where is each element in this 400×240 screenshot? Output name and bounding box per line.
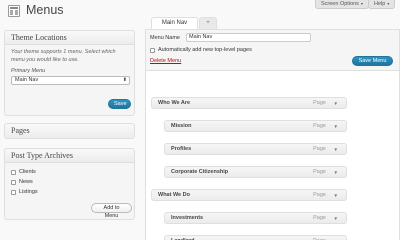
menu-editor-header: Menu Name Main Nav Automatically add new… xyxy=(146,30,399,71)
news-checkbox[interactable] xyxy=(11,179,16,185)
menu-item-title: Who We Are xyxy=(158,100,191,106)
pages-heading[interactable]: Pages xyxy=(5,124,134,138)
item-toggle-arrow-icon[interactable]: ▼ xyxy=(334,98,338,109)
help-button[interactable]: Help ▾ xyxy=(368,0,396,9)
menu-item-type: Page xyxy=(313,146,326,152)
page-title: Menus xyxy=(26,3,64,17)
tab-main-nav[interactable]: Main Nav xyxy=(151,17,198,29)
chevron-down-icon: ▾ xyxy=(387,1,390,6)
menu-item[interactable]: Profiles Page ▼ xyxy=(164,143,347,155)
item-toggle-arrow-icon[interactable]: ▼ xyxy=(334,144,338,155)
screen-options-button[interactable]: Screen Options ▾ xyxy=(315,0,369,9)
item-toggle-arrow-icon[interactable]: ▼ xyxy=(334,213,338,224)
tab-add-menu[interactable]: + xyxy=(199,17,217,29)
menu-item-title: Mission xyxy=(171,123,192,129)
primary-menu-selected: Main Nav xyxy=(15,77,39,83)
menu-item-type: Page xyxy=(313,100,326,106)
auto-add-label: Automatically add new top-level pages xyxy=(158,47,252,53)
archive-item-listings[interactable]: Listings xyxy=(11,187,128,197)
archive-item-label: News xyxy=(19,179,33,185)
item-toggle-arrow-icon[interactable]: ▼ xyxy=(334,121,338,132)
menu-editor: Menu Name Main Nav Automatically add new… xyxy=(145,29,400,240)
archive-item-clients[interactable]: Clients xyxy=(11,167,128,177)
archive-item-label: Listings xyxy=(19,189,38,195)
auto-add-pages-option[interactable]: Automatically add new top-level pages xyxy=(150,45,252,55)
menu-item[interactable]: Corporate Citizenship Page ▼ xyxy=(164,166,347,178)
post-type-archives-heading[interactable]: Post Type Archives xyxy=(5,149,134,163)
menu-item-type: Page xyxy=(313,236,326,240)
item-toggle-arrow-icon[interactable]: ▼ xyxy=(334,167,338,178)
menu-item-type: Page xyxy=(313,169,326,175)
menu-item-title: What We Do xyxy=(158,192,190,198)
clients-checkbox[interactable] xyxy=(11,169,16,175)
save-locations-button[interactable]: Save xyxy=(108,99,131,109)
auto-add-checkbox[interactable] xyxy=(150,47,155,53)
item-toggle-arrow-icon[interactable]: ▼ xyxy=(334,236,338,240)
menu-item[interactable]: Who We Are Page ▼ xyxy=(151,97,347,109)
menu-item-title: Investments xyxy=(171,215,204,221)
menu-name-input[interactable]: Main Nav xyxy=(186,33,311,42)
screen-options-label: Screen Options xyxy=(321,1,359,7)
menu-item-title: Landlord xyxy=(171,236,195,240)
menu-item-title: Corporate Citizenship xyxy=(171,169,229,175)
theme-locations-heading[interactable]: Theme Locations xyxy=(5,31,134,45)
menu-item[interactable]: What We Do Page ▼ xyxy=(151,189,347,201)
menu-item-type: Page xyxy=(313,215,326,221)
menus-page-icon xyxy=(8,5,20,17)
chevron-down-icon: ▾ xyxy=(360,1,363,6)
item-toggle-arrow-icon[interactable]: ▼ xyxy=(334,190,338,201)
menu-item[interactable]: Investments Page ▼ xyxy=(164,212,347,224)
menu-item-type: Page xyxy=(313,123,326,129)
menu-item-type: Page xyxy=(313,192,326,198)
help-label: Help xyxy=(374,1,386,7)
select-caret-icon: ⬍ xyxy=(122,77,127,83)
menu-item[interactable]: Mission Page ▼ xyxy=(164,120,347,132)
theme-locations-box: Theme Locations Your theme supports 1 me… xyxy=(4,30,135,116)
post-type-archives-box: Post Type Archives Clients News Listings… xyxy=(4,148,135,220)
pages-box: Pages xyxy=(4,123,135,139)
primary-menu-label: Primary Menu xyxy=(11,68,46,74)
add-to-menu-button[interactable]: Add to Menu xyxy=(91,203,132,219)
menu-item-title: Profiles xyxy=(171,146,192,152)
menu-item[interactable]: Landlord Page ▼ xyxy=(164,235,347,240)
delete-menu-link[interactable]: Delete Menu xyxy=(150,58,181,64)
archive-item-label: Clients xyxy=(19,169,36,175)
listings-checkbox[interactable] xyxy=(11,189,16,195)
save-menu-button[interactable]: Save Menu xyxy=(352,56,393,66)
theme-locations-help: Your theme supports 1 menu. Select which… xyxy=(11,49,116,63)
archive-item-news[interactable]: News xyxy=(11,177,128,187)
primary-menu-select[interactable]: Main Nav ⬍ xyxy=(11,76,130,85)
menu-name-label: Menu Name xyxy=(150,35,180,41)
